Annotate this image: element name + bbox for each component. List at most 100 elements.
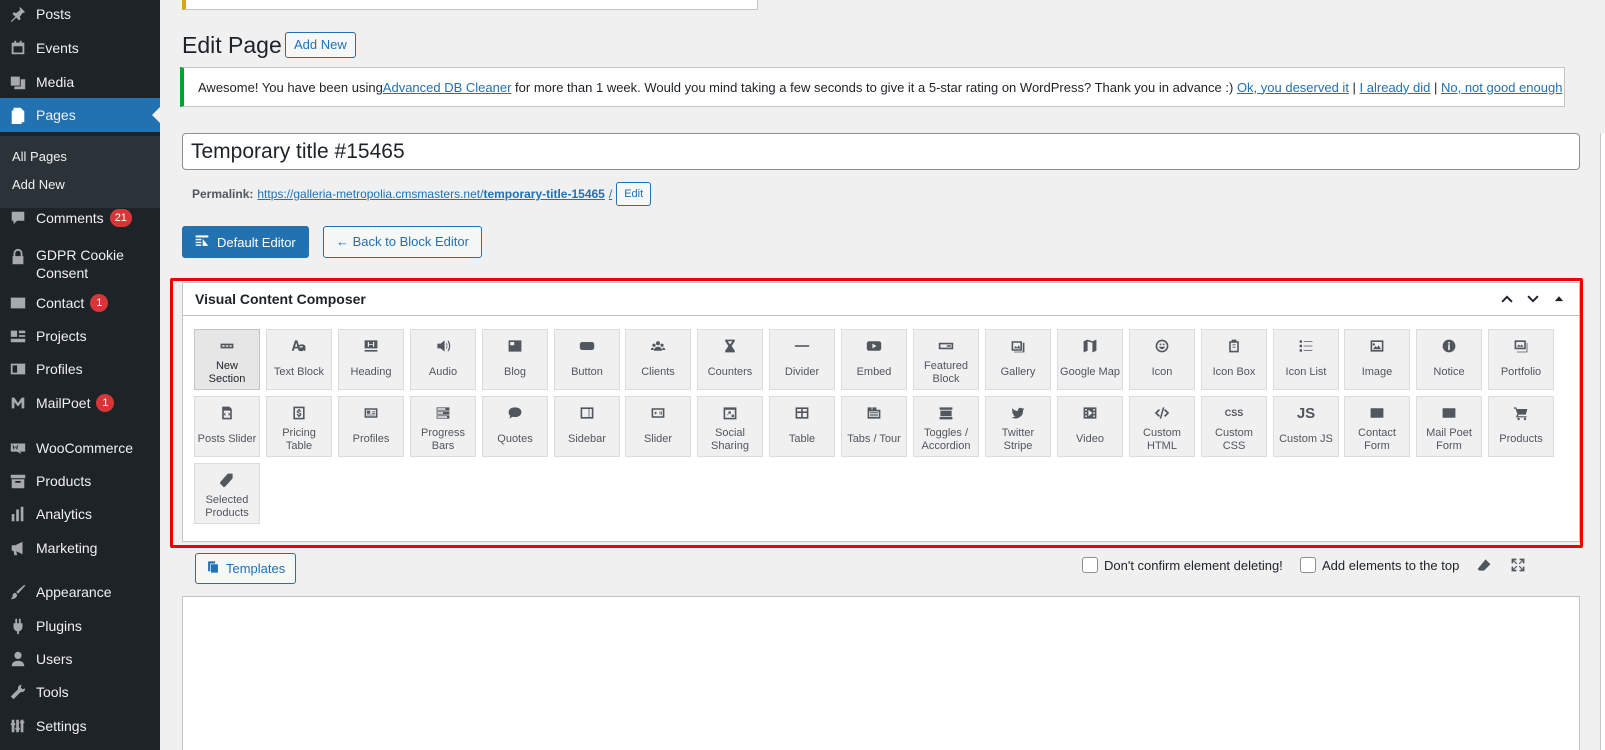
fullscreen-icon[interactable] [1508, 555, 1528, 575]
composer-element-portfolio[interactable]: Portfolio [1488, 329, 1554, 390]
accordion-icon [938, 397, 954, 423]
add-new-button[interactable]: Add New [285, 32, 356, 58]
composer-element-label: Gallery [1000, 366, 1036, 378]
composer-element-twitter-stripe[interactable]: Twitter Stripe [985, 396, 1051, 457]
sidebar-item-projects[interactable]: Projects [0, 324, 160, 348]
sidebar-item-mailpoet[interactable]: MailPoet 1 [0, 391, 160, 415]
composer-element-label: Pricing Table [282, 426, 316, 452]
megaphone-icon [0, 539, 36, 557]
sidebar-item-posts[interactable]: Posts [0, 2, 160, 26]
composer-element-label: New Section [208, 359, 246, 385]
composer-element-icon-box[interactable]: Icon Box [1201, 329, 1267, 390]
permalink-edit-button[interactable]: Edit [616, 182, 652, 206]
composer-element-toggles-accordion[interactable]: Toggles / Accordion [913, 396, 979, 457]
composer-element-contact-form[interactable]: Contact Form [1344, 396, 1410, 457]
composer-element-featured-block[interactable]: Featured Block [913, 329, 979, 390]
composer-element-heading[interactable]: Heading [338, 329, 404, 390]
composer-element-pricing-table[interactable]: Pricing Table [266, 396, 332, 457]
sidebar-item-users[interactable]: Users [0, 647, 160, 671]
sidebar-item-label: Media [36, 74, 75, 90]
notice-link-already-did[interactable]: I already did [1360, 80, 1431, 95]
composer-element-image[interactable]: Image [1344, 329, 1410, 390]
post-title-input[interactable]: Temporary title #15465 [182, 133, 1580, 170]
composer-element-sidebar[interactable]: Sidebar [554, 396, 620, 457]
hourglass-icon [722, 330, 738, 356]
composer-element-text-block[interactable]: Text Block [266, 329, 332, 390]
sidebar-item-label: Projects [36, 328, 87, 344]
templates-button[interactable]: Templates [195, 553, 297, 584]
composer-element-counters[interactable]: Counters [697, 329, 763, 390]
composer-element-selected-products[interactable]: Selected Products [194, 463, 260, 524]
default-editor-button[interactable]: Default Editor [182, 226, 309, 258]
sidebar-item-analytics[interactable]: Analytics [0, 502, 160, 526]
sidebar-item-media[interactable]: Media [0, 70, 160, 94]
composer-element-posts-slider[interactable]: Posts Slider [194, 396, 260, 457]
composer-element-profiles[interactable]: Profiles [338, 396, 404, 457]
composer-element-table[interactable]: Table [769, 396, 835, 457]
composer-element-gallery[interactable]: Gallery [985, 329, 1051, 390]
submenu-item-add-new[interactable]: Add New [12, 177, 65, 192]
composer-element-button[interactable]: Button [554, 329, 620, 390]
eraser-icon[interactable] [1474, 555, 1494, 575]
composer-element-quotes[interactable]: Quotes [482, 396, 548, 457]
sidebar-item-label: Posts [36, 6, 72, 22]
composer-element-blog[interactable]: Blog [482, 329, 548, 390]
add-top-label: Add elements to the top [1322, 557, 1460, 573]
sidebar-item-pages[interactable]: Pages [0, 98, 160, 132]
composer-element-label: Mail Poet Form [1426, 426, 1472, 452]
info-icon [1441, 330, 1457, 356]
composer-element-mail-poet-form[interactable]: Mail Poet Form [1416, 396, 1482, 457]
sidebar-item-woocommerce[interactable]: WooCommerce [0, 436, 160, 460]
composer-element-label: Tabs / Tour [847, 433, 901, 445]
composer-element-divider[interactable]: Divider [769, 329, 835, 390]
confirm-delete-checkbox[interactable] [1082, 557, 1098, 573]
default-editor-label: Default Editor [217, 234, 296, 250]
sidebar-item-marketing[interactable]: Marketing [0, 536, 160, 560]
composer-element-clients[interactable]: Clients [625, 329, 691, 390]
composer-element-custom-js[interactable]: JS Custom JS [1273, 396, 1339, 457]
composer-element-progress-bars[interactable]: Progress Bars [410, 396, 476, 457]
sidebar-item-profiles[interactable]: Profiles [0, 357, 160, 381]
button-icon [579, 330, 595, 356]
notice-link-deserved[interactable]: Ok, you deserved it [1237, 80, 1349, 95]
submenu-item-all-pages[interactable]: All Pages [12, 149, 67, 164]
count-badge: 1 [90, 294, 109, 312]
sidebar-item-settings[interactable]: Settings [0, 714, 160, 738]
composer-element-audio[interactable]: Audio [410, 329, 476, 390]
sidebar-item-gdpr[interactable]: GDPR Cookie Consent [0, 246, 160, 290]
notice-link-not-good[interactable]: No, not good enough [1441, 80, 1562, 95]
collapse-triangle-icon[interactable] [1551, 291, 1567, 307]
sidebar-item-label: Plugins [36, 618, 82, 634]
composer-element-icon[interactable]: Icon [1129, 329, 1195, 390]
composer-element-social-sharing[interactable]: Social Sharing [697, 396, 763, 457]
composer-element-tabs-tour[interactable]: Tabs / Tour [841, 396, 907, 457]
sidebar-item-events[interactable]: Events [0, 36, 160, 60]
sidebar-item-products[interactable]: Products [0, 469, 160, 493]
permalink-link[interactable]: https://galleria-metropolia.cmsmasters.n… [257, 187, 612, 201]
composer-element-icon-list[interactable]: Icon List [1273, 329, 1339, 390]
composer-element-video[interactable]: Video [1057, 396, 1123, 457]
composer-element-custom-css[interactable]: CSS Custom CSS [1201, 396, 1267, 457]
sidebar-item-contact[interactable]: Contact 1 [0, 291, 160, 315]
composer-element-notice[interactable]: Notice [1416, 329, 1482, 390]
composer-element-new-section[interactable]: New Section [194, 329, 260, 390]
sidebar-item-comments[interactable]: Comments 21 [0, 206, 160, 230]
composer-element-label: Audio [428, 366, 458, 378]
composer-element-slider[interactable]: Slider [625, 396, 691, 457]
video-icon [1082, 397, 1098, 423]
composer-element-embed[interactable]: Embed [841, 329, 907, 390]
notice-plugin-link[interactable]: Advanced DB Cleaner [383, 80, 512, 95]
sidebar-item-label: Contact [36, 295, 85, 311]
sidebar-item-tools[interactable]: Tools [0, 680, 160, 704]
composer-content-area[interactable] [182, 596, 1580, 750]
composer-element-products[interactable]: Products [1488, 396, 1554, 457]
add-top-checkbox[interactable] [1300, 557, 1316, 573]
composer-element-google-map[interactable]: Google Map [1057, 329, 1123, 390]
sidebar-item-appearance[interactable]: Appearance [0, 580, 160, 604]
chevron-down-icon[interactable] [1525, 291, 1541, 307]
composer-element-label: Clients [641, 366, 675, 378]
chevron-up-icon[interactable] [1499, 291, 1515, 307]
back-to-block-editor-button[interactable]: ← Back to Block Editor [323, 226, 482, 258]
sidebar-item-plugins[interactable]: Plugins [0, 614, 160, 638]
composer-element-custom-html[interactable]: Custom HTML [1129, 396, 1195, 457]
